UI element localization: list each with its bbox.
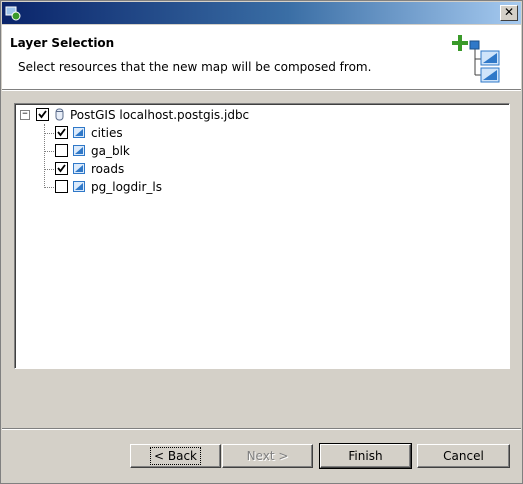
tree-node-label: ga_blk (91, 144, 130, 158)
layer-icon (73, 127, 85, 138)
footer-divider-highlight (2, 429, 521, 430)
tree-node-label: pg_logdir_ls (91, 180, 162, 194)
tree-node-label: roads (91, 162, 125, 176)
header-divider (2, 90, 521, 91)
layer-checkbox[interactable] (55, 144, 68, 157)
page-title: Layer Selection (10, 36, 115, 50)
dialog-window: ✕ Layer Selection Select resources that … (0, 0, 523, 484)
wizard-header: Layer Selection Select resources that th… (2, 25, 521, 90)
checkmark-icon (38, 110, 47, 119)
tree-connector (44, 187, 54, 188)
layer-icon (73, 145, 85, 156)
layer-icon (73, 163, 85, 174)
root-checkbox[interactable] (36, 108, 49, 121)
app-icon (5, 6, 21, 21)
back-button[interactable]: < Back (130, 444, 221, 468)
layer-checkbox[interactable] (55, 162, 68, 175)
tree-connector (44, 169, 54, 170)
layer-checkbox[interactable] (55, 180, 68, 193)
tree-connector (44, 133, 54, 134)
layer-icon (73, 181, 85, 192)
page-description: Select resources that the new map will b… (18, 60, 372, 74)
tree-node-layer[interactable]: cities (55, 125, 355, 141)
resource-tree[interactable]: − PostGIS localhost.postgis.jdbc cities (14, 103, 510, 369)
tree-node-root[interactable]: − PostGIS localhost.postgis.jdbc (19, 107, 439, 123)
close-icon: ✕ (503, 5, 515, 19)
tree-connector (44, 151, 54, 152)
layer-checkbox[interactable] (55, 126, 68, 139)
tree-node-label: PostGIS localhost.postgis.jdbc (70, 108, 250, 122)
database-icon (55, 108, 64, 121)
title-bar[interactable]: ✕ (2, 2, 521, 24)
tree-node-layer[interactable]: ga_blk (55, 143, 355, 159)
next-button[interactable]: Next > (222, 444, 313, 468)
tree-node-layer[interactable]: pg_logdir_ls (55, 179, 355, 195)
new-map-wizard-icon (452, 35, 500, 83)
tree-node-layer[interactable]: roads (55, 161, 355, 177)
collapse-icon[interactable]: − (20, 110, 30, 120)
checkmark-icon (57, 164, 66, 173)
tree-node-label: cities (91, 126, 123, 140)
finish-button[interactable]: Finish (319, 443, 412, 469)
cancel-button[interactable]: Cancel (417, 444, 510, 468)
close-button[interactable]: ✕ (500, 5, 518, 21)
checkmark-icon (57, 128, 66, 137)
